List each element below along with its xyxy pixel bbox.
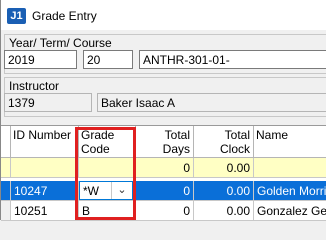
instructor-label: Instructor xyxy=(9,79,60,93)
filter-id-cell[interactable] xyxy=(11,158,79,178)
days-absent-cell[interactable]: 0 xyxy=(136,201,194,221)
title-bar: J1 Grade Entry xyxy=(1,0,326,30)
column-header-total-days-absent[interactable]: Total Days Absent xyxy=(136,126,194,170)
row-header-corner xyxy=(1,126,11,158)
column-header-id-number[interactable]: ID Number xyxy=(11,126,79,158)
instructor-id-field: 1379 xyxy=(4,93,92,112)
row-header xyxy=(1,201,11,221)
filter-clock-hours-cell[interactable]: 0.00 xyxy=(194,158,254,178)
year-field[interactable]: 2019 xyxy=(4,50,77,69)
grade-entry-window: J1 Grade Entry Year/ Term/ Course 2019 2… xyxy=(0,0,326,221)
name-cell[interactable]: Golden Morris xyxy=(254,181,326,201)
id-cell[interactable]: 10247 xyxy=(11,181,79,201)
window-title: Grade Entry xyxy=(32,9,97,23)
days-absent-cell[interactable]: 0 xyxy=(136,181,194,201)
term-field[interactable]: 20 xyxy=(83,50,133,69)
grade-grid[interactable]: ID Number Grade Code Total Days Absent T… xyxy=(1,125,326,221)
id-cell[interactable]: 10251 xyxy=(11,201,79,221)
column-header-total-clock-hours[interactable]: Total Clock Hours xyxy=(194,126,254,170)
filter-name-cell[interactable] xyxy=(254,158,326,178)
name-cell[interactable]: Gonzalez Georg xyxy=(254,201,326,221)
course-field[interactable]: ANTHR-301-01- xyxy=(139,50,326,69)
row-header xyxy=(1,181,11,201)
clock-hours-cell[interactable]: 0.00 xyxy=(194,181,254,201)
clock-hours-cell[interactable]: 0.00 xyxy=(194,201,254,221)
grade-code-highlight-box xyxy=(75,127,136,220)
column-header-name[interactable]: Name xyxy=(254,126,326,158)
row-header xyxy=(1,158,11,178)
instructor-name-field: Baker Isaac A xyxy=(97,93,326,112)
app-icon: J1 xyxy=(7,8,26,24)
year-term-course-label: Year/ Term/ Course xyxy=(9,36,112,50)
filter-days-absent-cell[interactable]: 0 xyxy=(136,158,194,178)
